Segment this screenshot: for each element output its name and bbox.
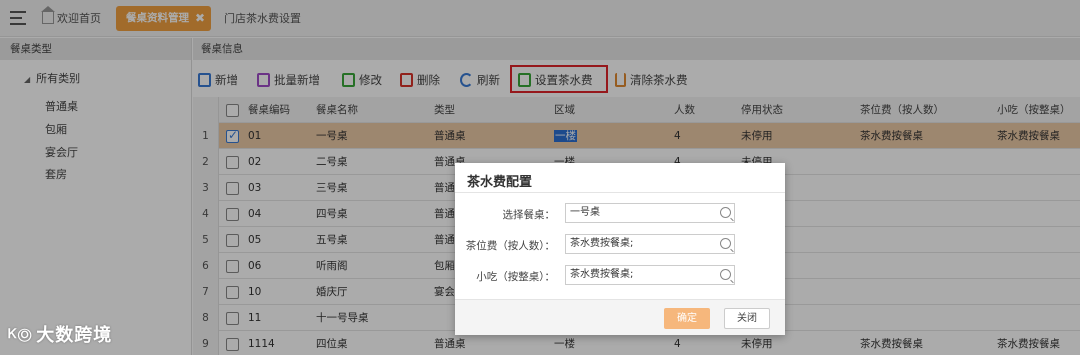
- snack-fee-label: 小吃（按整桌）：: [476, 271, 555, 283]
- select-table-field[interactable]: 一号桌: [565, 203, 735, 223]
- dialog-title: 茶水费配置: [467, 175, 533, 190]
- snack-fee-field[interactable]: 茶水费按餐桌;: [565, 265, 735, 285]
- watermark-logo-icon: ᏦⓄ: [8, 327, 33, 342]
- dialog-footer: 确定 关闭: [455, 299, 785, 335]
- watermark: ᏦⓄ 大数跨境: [8, 321, 112, 347]
- watermark-text: 大数跨境: [36, 325, 113, 346]
- dialog-divider: [455, 192, 785, 193]
- tea-fee-field[interactable]: 茶水费按餐桌;: [565, 234, 735, 254]
- select-table-value: 一号桌: [570, 207, 600, 218]
- tea-fee-config-dialog: 茶水费配置 选择餐桌： 一号桌 茶位费（按人数）： 茶水费按餐桌; 小吃（按整桌…: [455, 163, 785, 335]
- tea-fee-value: 茶水费按餐桌;: [570, 238, 634, 249]
- search-icon[interactable]: [720, 238, 731, 249]
- close-button[interactable]: 关闭: [724, 308, 770, 329]
- tea-fee-label: 茶位费（按人数）：: [465, 240, 555, 252]
- search-icon[interactable]: [720, 207, 731, 218]
- select-table-label: 选择餐桌：: [502, 209, 556, 221]
- search-icon[interactable]: [720, 269, 731, 280]
- snack-fee-value: 茶水费按餐桌;: [570, 269, 634, 280]
- confirm-button[interactable]: 确定: [664, 308, 710, 329]
